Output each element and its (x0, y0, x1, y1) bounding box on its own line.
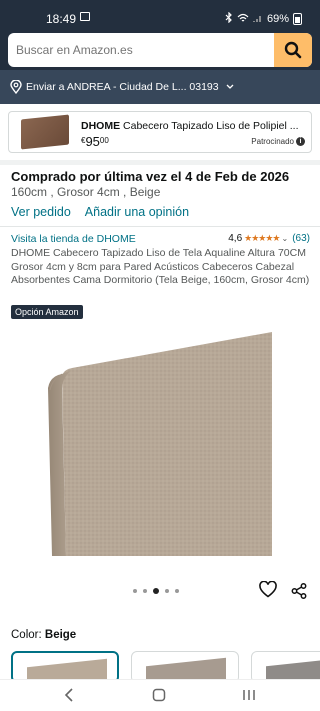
wishlist-button[interactable] (259, 580, 277, 603)
ad-product-thumbnail (21, 114, 69, 150)
delivery-text: Enviar a ANDREA - Ciudad De L... 03193 (26, 81, 219, 93)
store-link[interactable]: Visita la tienda de DHOME (11, 233, 136, 245)
system-navigation-bar (0, 679, 320, 711)
recent-apps-button[interactable] (242, 688, 256, 707)
product-title: DHOME Cabecero Tapizado Liso de Tela Aqu… (11, 247, 310, 286)
rating-summary[interactable]: 4,6 ★★★★★ ⌄ (63) (228, 233, 310, 244)
color-swatches (11, 651, 320, 679)
headboard-image (48, 332, 272, 556)
rating-stars: ★★★★★ (244, 233, 280, 243)
back-icon (64, 688, 73, 702)
color-swatch[interactable] (251, 651, 320, 679)
swatch-image (27, 658, 107, 679)
carousel-dot[interactable] (165, 589, 169, 593)
add-review-link[interactable]: Añadir una opinión (85, 205, 189, 219)
status-bar: 18:49 69% (0, 0, 320, 30)
search-box (8, 33, 312, 67)
bluetooth-icon (225, 11, 233, 26)
ad-price: €9500 (81, 134, 109, 149)
share-button[interactable] (291, 583, 307, 604)
purchased-variant: 160cm , Grosor 4cm , Beige (11, 185, 161, 199)
ad-title-text: Cabecero Tapizado Liso de Polipiel ... (123, 120, 299, 132)
status-time: 18:49 (46, 12, 77, 26)
color-value: Beige (44, 629, 77, 641)
search-button[interactable] (274, 33, 312, 67)
rating-value: 4,6 (228, 233, 243, 244)
sponsored-ad-card[interactable]: DHOME Cabecero Tapizado Liso de Polipiel… (8, 111, 312, 153)
last-purchased-headline: Comprado por última vez el 4 de Feb de 2… (11, 169, 290, 184)
location-pin-icon (10, 80, 22, 94)
chevron-down-icon (226, 84, 234, 89)
gallery-notification-icon (80, 12, 90, 21)
sponsored-text: Patrocinado (251, 137, 294, 146)
view-order-link[interactable]: Ver pedido (11, 205, 71, 219)
swatch-image (266, 657, 320, 679)
color-label: Color: (11, 629, 42, 641)
carousel-dot[interactable] (143, 589, 147, 593)
ad-brand: DHOME (81, 120, 121, 132)
signal-icon (253, 13, 263, 26)
share-icon (291, 583, 307, 599)
color-selection-label: Color: Beige (11, 629, 76, 641)
sponsored-label[interactable]: Patrocinado i (251, 137, 305, 146)
search-input[interactable] (8, 33, 274, 67)
ad-price-currency: € (81, 136, 86, 145)
home-icon (152, 688, 166, 702)
info-icon: i (296, 137, 305, 146)
section-divider (0, 160, 320, 165)
carousel-dot[interactable] (175, 589, 179, 593)
color-swatch[interactable] (131, 651, 239, 679)
product-image[interactable] (0, 330, 320, 570)
amazon-choice-badge: Opción Amazon (11, 305, 83, 319)
recent-apps-icon (243, 690, 255, 700)
image-carousel-dots[interactable] (133, 588, 179, 594)
carousel-dot-active[interactable] (153, 588, 159, 594)
search-bar-area (0, 30, 320, 70)
back-button[interactable] (63, 688, 75, 707)
purchase-links: Ver pedido Añadir una opinión (11, 205, 189, 219)
color-swatch-beige[interactable] (11, 651, 119, 679)
ad-title: DHOME Cabecero Tapizado Liso de Polipiel… (81, 120, 309, 132)
divider (0, 226, 320, 227)
chevron-down-icon: ⌄ (281, 234, 289, 243)
search-icon (284, 41, 302, 59)
battery-percent: 69% (266, 13, 289, 25)
rating-count: (63) (292, 233, 310, 244)
status-icons: 69% (225, 11, 302, 26)
battery-icon (293, 13, 302, 25)
carousel-dot[interactable] (133, 589, 137, 593)
ad-price-whole: 95 (85, 134, 100, 149)
ad-price-fraction: 00 (99, 136, 109, 145)
heart-icon (259, 580, 277, 598)
wifi-icon (237, 13, 249, 26)
home-button[interactable] (152, 688, 166, 707)
delivery-location-bar[interactable]: Enviar a ANDREA - Ciudad De L... 03193 (0, 70, 320, 104)
swatch-image (146, 657, 226, 679)
